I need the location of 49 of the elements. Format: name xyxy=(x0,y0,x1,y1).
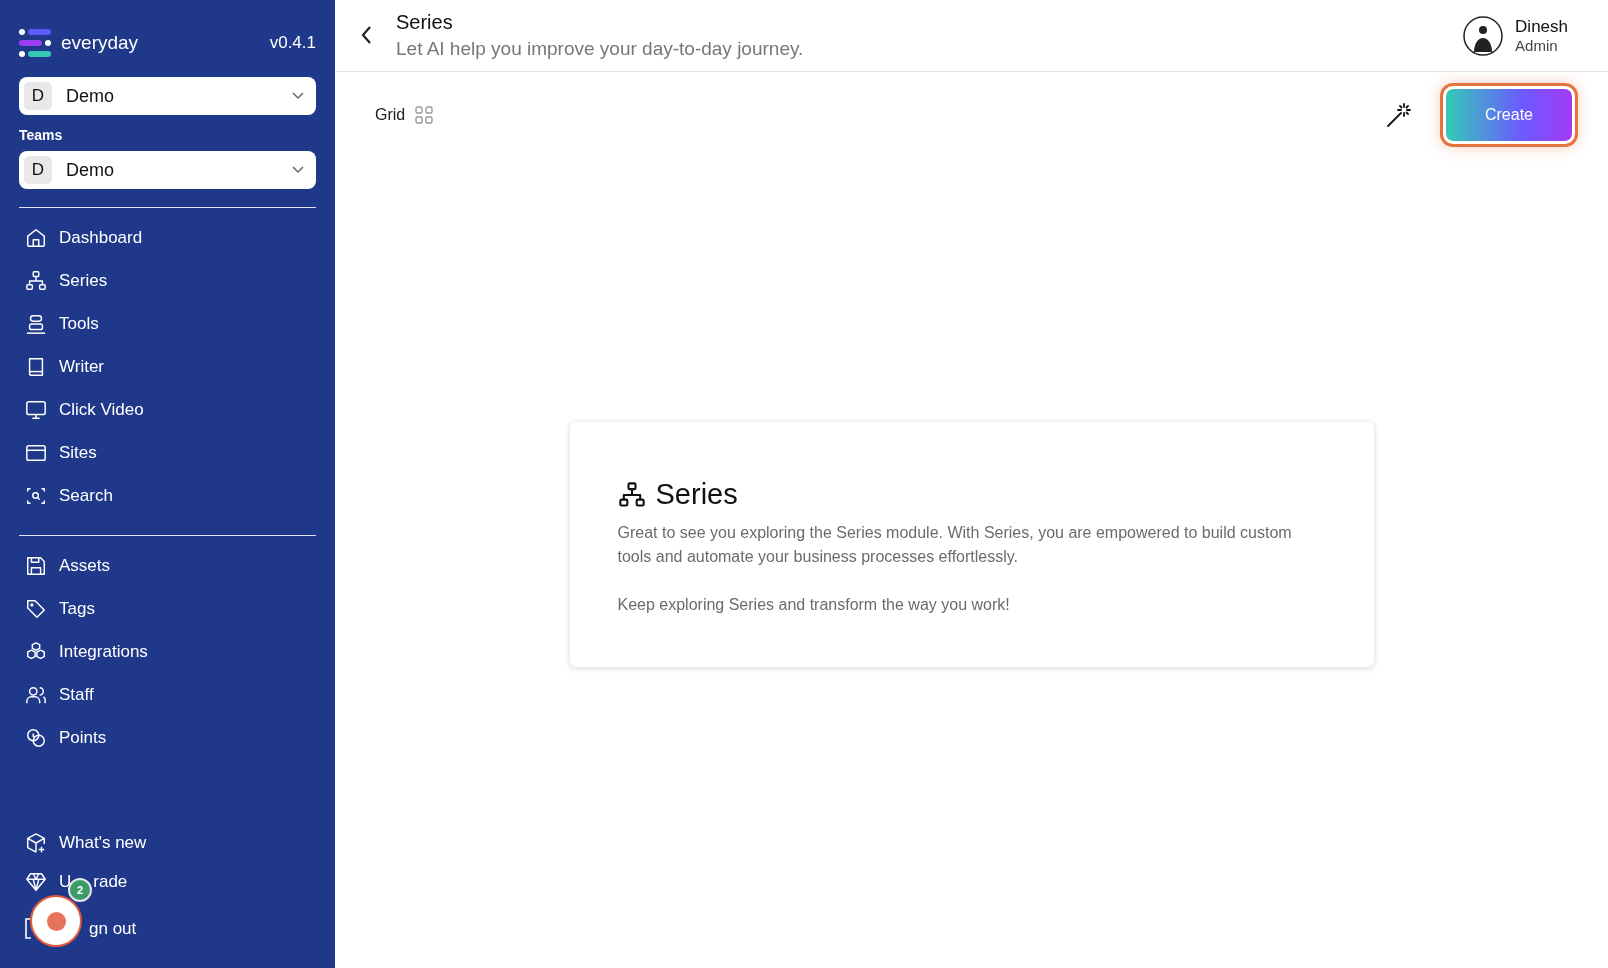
magic-wand-icon[interactable] xyxy=(1386,102,1412,128)
initial-avatar: D xyxy=(24,82,52,110)
chevron-down-icon xyxy=(292,92,304,100)
nav-item[interactable]: Staff xyxy=(19,673,316,716)
nav-item[interactable]: Integrations xyxy=(19,630,316,673)
teams-label: Teams xyxy=(19,127,64,143)
nav-item[interactable]: Writer xyxy=(19,345,316,388)
brand-name: everyday xyxy=(61,32,139,54)
diamond-icon xyxy=(25,870,47,893)
select-value: Demo xyxy=(66,159,115,181)
nav-item[interactable]: Points xyxy=(19,716,316,759)
nav-item[interactable]: Assets xyxy=(19,544,316,587)
box-plus-icon xyxy=(25,831,47,854)
home-icon xyxy=(25,226,47,249)
nav-link[interactable]: What's new xyxy=(59,832,147,853)
workspace-select[interactable]: D Demo xyxy=(19,77,316,115)
logo-icon xyxy=(19,29,51,57)
nav-item[interactable]: Search xyxy=(19,474,316,517)
tag-icon xyxy=(25,597,47,620)
user-name: Dinesh xyxy=(1515,17,1568,37)
chevron-down-icon xyxy=(292,166,304,174)
hierarchy-icon xyxy=(617,480,646,509)
nav-item[interactable]: Tools xyxy=(19,302,316,345)
page-title: Series xyxy=(396,11,454,34)
select-value: Demo xyxy=(66,85,115,107)
grid-icon[interactable] xyxy=(415,106,434,124)
user-role: Admin xyxy=(1515,37,1559,54)
view-label: Grid xyxy=(375,106,406,124)
version-label: v0.4.1 xyxy=(269,33,316,53)
monitor-icon xyxy=(25,398,47,421)
initial-avatar: D xyxy=(24,156,52,184)
card-paragraph: Keep exploring Series and transform the way you work! xyxy=(617,595,1011,615)
card-title: Series xyxy=(655,478,738,511)
nav-link[interactable]: gn out xyxy=(89,918,137,939)
hierarchy-icon xyxy=(25,269,47,292)
page-subtitle: Let AI help you improve your day-to-day journey. xyxy=(396,38,804,60)
nav-item[interactable]: Click Video xyxy=(19,388,316,431)
nav-item[interactable]: Tags xyxy=(19,587,316,630)
nav-item[interactable]: Sites xyxy=(19,431,316,474)
back-icon[interactable] xyxy=(360,24,372,45)
stack-icon xyxy=(25,312,47,335)
team-select[interactable]: D Demo xyxy=(19,151,316,189)
card-paragraph: Great to see you exploring the Series module. With Series, you are empowered to build custom tools and automate your business processes effortlessly. xyxy=(617,523,1293,567)
nav-item[interactable]: Dashboard xyxy=(19,216,316,259)
coins-icon xyxy=(25,726,47,749)
record-button[interactable] xyxy=(30,895,82,947)
nav-item[interactable]: Series xyxy=(19,259,316,302)
avatar-icon[interactable] xyxy=(1463,15,1504,56)
nav-link[interactable]: rade xyxy=(93,871,128,892)
